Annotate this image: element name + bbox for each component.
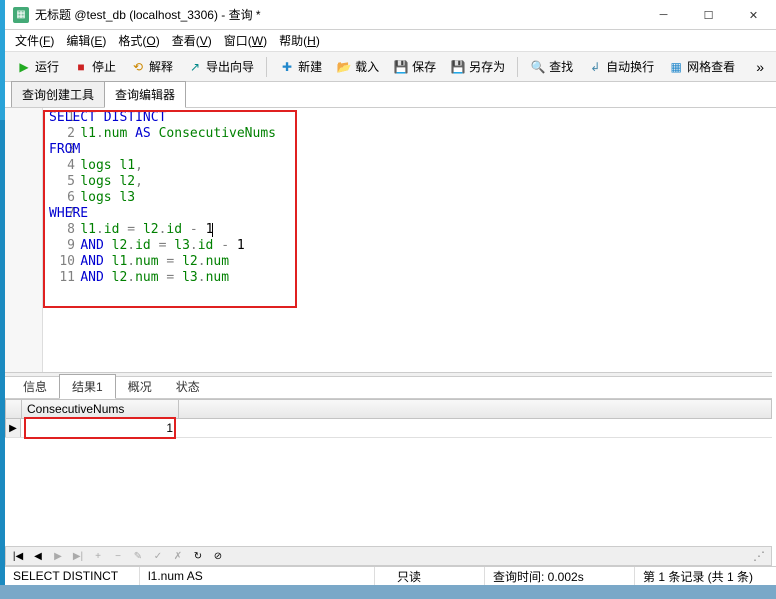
nav-stop-button[interactable]: ⊘ [210,548,226,564]
nav-edit-button[interactable]: ✎ [130,548,146,564]
status-record-count: 第 1 条记录 (共 1 条) [635,567,776,585]
line-gutter [5,108,43,372]
toolbar-sep [517,57,518,77]
menu-help[interactable]: 帮助(H) [273,30,326,51]
explain-button[interactable]: ⟲解释 [125,56,178,77]
search-icon: 🔍 [530,59,546,75]
app-icon: ▦ [13,7,29,23]
status-readonly: 只读 [375,567,485,585]
toolbar-overflow[interactable]: » [750,59,770,75]
stop-icon: ■ [73,59,89,75]
gridview-button[interactable]: ▦网格查看 [663,56,740,77]
tab-query-creator[interactable]: 查询创建工具 [11,81,105,107]
find-button[interactable]: 🔍查找 [525,56,578,77]
play-icon: ▶ [16,59,32,75]
sql-editor[interactable]: 1 SELECT DISTINCT 2 l1.num AS Consecutiv… [5,108,772,372]
menubar: 文件(F) 编辑(E) 格式(O) 查看(V) 窗口(W) 帮助(H) [5,30,776,52]
grid-corner [6,400,22,418]
wrap-button[interactable]: ↲自动换行 [582,56,659,77]
nav-prev-button[interactable]: ◀ [30,548,46,564]
close-button[interactable]: ✕ [731,0,776,30]
row-indicator-icon: ▶ [5,419,21,437]
column-header[interactable]: ConsecutiveNums [22,400,179,418]
menu-view[interactable]: 查看(V) [166,30,218,51]
menu-window[interactable]: 窗口(W) [218,30,273,51]
new-icon: ✚ [279,59,295,75]
resize-grip-icon: ⋰ [753,549,767,563]
grid-header: ConsecutiveNums [5,399,772,419]
tab-query-editor[interactable]: 查询编辑器 [104,81,186,108]
record-navigator: |◀ ◀ ▶ ▶| + − ✎ ✓ ✗ ↻ ⊘ ⋰ [5,546,772,566]
save-button[interactable]: 💾保存 [388,56,441,77]
save-icon: 💾 [393,59,409,75]
export-button[interactable]: ↗导出向导 [182,56,259,77]
explain-icon: ⟲ [130,59,146,75]
editor-tabs: 查询创建工具 查询编辑器 [5,82,776,108]
statusbar: SELECT DISTINCT l1.num AS 只读 查询时间: 0.002… [5,566,776,585]
status-sql-2: l1.num AS [140,567,375,585]
nav-delete-button[interactable]: − [110,548,126,564]
code-area[interactable]: 1 SELECT DISTINCT 2 l1.num AS Consecutiv… [43,108,772,372]
run-button[interactable]: ▶运行 [11,56,64,77]
result-grid[interactable]: ConsecutiveNums ▶ 1 [5,399,772,546]
export-icon: ↗ [187,59,203,75]
new-button[interactable]: ✚新建 [274,56,327,77]
cell-value[interactable]: 1 [21,419,178,437]
tab-status[interactable]: 状态 [164,375,212,398]
minimize-button[interactable]: ─ [641,0,686,30]
load-icon: 📂 [336,59,352,75]
menu-file[interactable]: 文件(F) [9,30,60,51]
menu-edit[interactable]: 编辑(E) [60,30,112,51]
toolbar: ▶运行 ■停止 ⟲解释 ↗导出向导 ✚新建 📂载入 💾保存 💾另存为 🔍查找 ↲… [5,52,776,82]
nav-last-button[interactable]: ▶| [70,548,86,564]
nav-next-button[interactable]: ▶ [50,548,66,564]
menu-format[interactable]: 格式(O) [112,30,165,51]
toolbar-sep [266,57,267,77]
wrap-icon: ↲ [587,59,603,75]
saveas-button[interactable]: 💾另存为 [445,56,510,77]
status-sql-1: SELECT DISTINCT [5,567,140,585]
nav-first-button[interactable]: |◀ [10,548,26,564]
stop-button[interactable]: ■停止 [68,56,121,77]
table-row[interactable]: ▶ 1 [5,419,772,438]
nav-add-button[interactable]: + [90,548,106,564]
tab-result1[interactable]: 结果1 [59,374,116,399]
load-button[interactable]: 📂载入 [331,56,384,77]
taskbar-strip [0,585,776,599]
status-query-time: 查询时间: 0.002s [485,567,635,585]
nav-cancel-button[interactable]: ✗ [170,548,186,564]
nav-refresh-button[interactable]: ↻ [190,548,206,564]
saveas-icon: 💾 [450,59,466,75]
result-tabs: 信息 结果1 概况 状态 [5,377,772,399]
text-cursor [212,223,213,237]
tab-info[interactable]: 信息 [11,375,59,398]
titlebar: ▦ 无标题 @test_db (localhost_3306) - 查询 * ─… [5,0,776,30]
window-title: 无标题 @test_db (localhost_3306) - 查询 * [35,6,641,23]
tab-profile[interactable]: 概况 [116,375,164,398]
grid-icon: ▦ [668,59,684,75]
maximize-button[interactable]: ☐ [686,0,731,30]
nav-ok-button[interactable]: ✓ [150,548,166,564]
